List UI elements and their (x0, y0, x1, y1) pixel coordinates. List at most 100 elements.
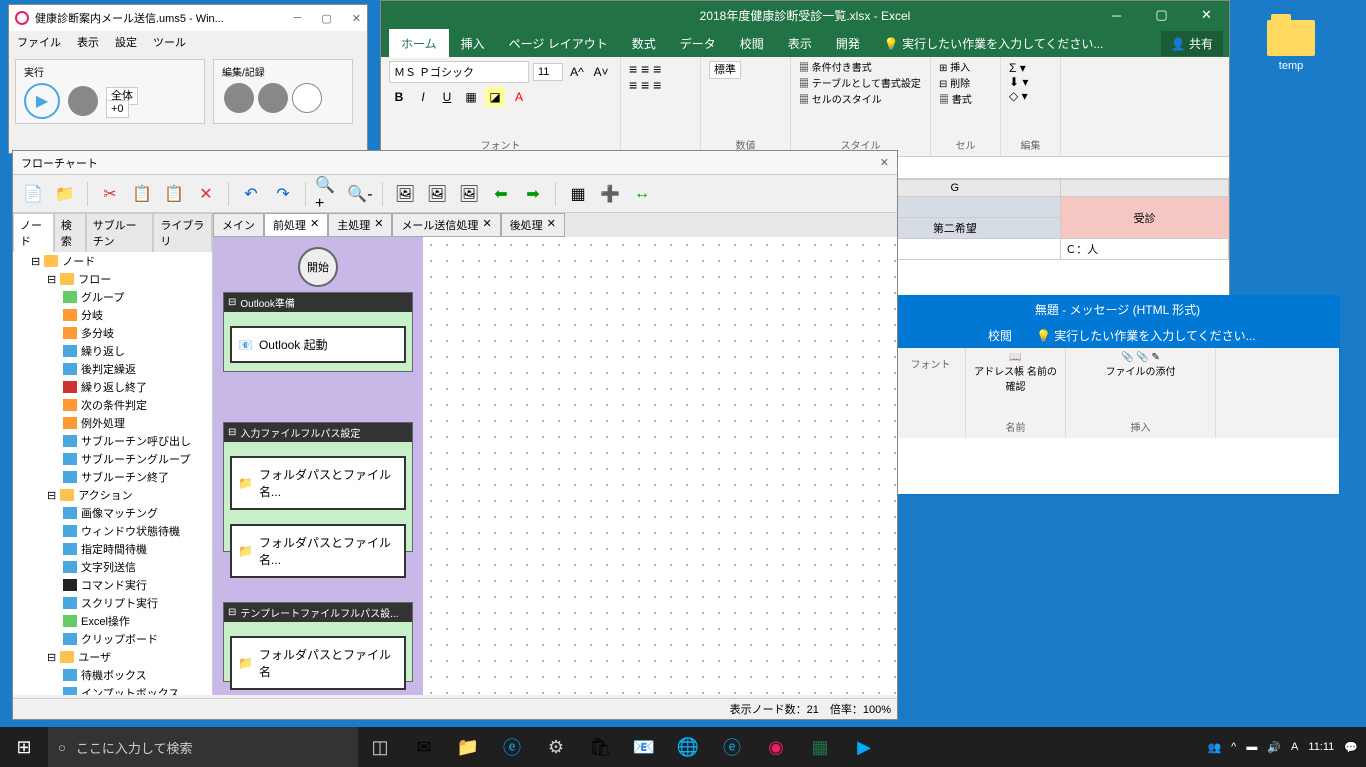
open-icon[interactable]: 📁 (51, 180, 79, 208)
img3-icon[interactable]: 🖼 (455, 180, 483, 208)
battery-icon[interactable]: ▬ (1246, 741, 1257, 753)
notification-icon[interactable]: 💬 (1344, 741, 1358, 754)
minimize-button[interactable]: ─ (1094, 1, 1139, 29)
copy-icon[interactable]: 📋 (128, 180, 156, 208)
tree-item[interactable]: コマンド実行 (13, 576, 212, 594)
tree-item[interactable]: グループ (13, 288, 212, 306)
tree-item[interactable]: 待機ボックス (13, 666, 212, 684)
tree-item[interactable]: 指定時間待機 (13, 540, 212, 558)
canvas-tab-main[interactable]: メイン (213, 213, 264, 237)
tree-item[interactable]: ⊟フロー (13, 270, 212, 288)
font-size-select[interactable]: 11 (533, 63, 563, 81)
tree-item[interactable]: 後判定繰返 (13, 360, 212, 378)
taskbar-excel-icon[interactable]: ▦ (798, 727, 842, 767)
play-button[interactable]: ▶ (24, 83, 60, 119)
tree-item[interactable]: 画像マッチング (13, 504, 212, 522)
tree-item[interactable]: 分岐 (13, 306, 212, 324)
canvas-tab-post[interactable]: 後処理 ✕ (501, 213, 565, 237)
canvas-tab-pre[interactable]: 前処理 ✕ (264, 213, 328, 237)
border-button[interactable]: ▦ (461, 87, 481, 107)
excel-titlebar[interactable]: 2018年度健康診断受診一覧.xlsx - Excel ─ ▢ ✕ (381, 1, 1229, 29)
flow-node[interactable]: ⊟ Outlook準備 📧 Outlook 起動 (223, 292, 413, 372)
tree-item[interactable]: 繰り返し終了 (13, 378, 212, 396)
zoom-in-icon[interactable]: 🔍+ (314, 180, 342, 208)
tab-view[interactable]: 表示 (776, 29, 824, 58)
record-button[interactable] (224, 83, 254, 113)
start-node[interactable]: 開始 (298, 247, 338, 287)
fill-color-button[interactable]: ◪ (485, 87, 505, 107)
shrink-font-icon[interactable]: A˅ (591, 62, 611, 82)
flowchart-titlebar[interactable]: フローチャート ✕ (13, 151, 897, 175)
target-button[interactable] (292, 83, 322, 113)
tray-up-icon[interactable]: ^ (1231, 741, 1236, 753)
winactor-titlebar[interactable]: 健康診断案内メール送信.ums5 - Win... ─▢✕ (9, 5, 367, 31)
desktop-folder[interactable]: temp (1261, 20, 1321, 72)
taskbar-settings-icon[interactable]: ⚙ (534, 727, 578, 767)
canvas-tab-mail[interactable]: メール送信処理 ✕ (392, 213, 500, 237)
tab-home[interactable]: ホーム (389, 29, 449, 58)
tree-tab-search[interactable]: 検索 (54, 213, 86, 252)
delete-cell-button[interactable]: ⊟ 削除 (939, 77, 992, 93)
taskbar-ie-icon[interactable]: ⓔ (710, 727, 754, 767)
img2-icon[interactable]: 🖼 (423, 180, 451, 208)
img1-icon[interactable]: 🖼 (391, 180, 419, 208)
people-icon[interactable]: 👥 (1207, 741, 1221, 754)
tree-item[interactable]: ⊟アクション (13, 486, 212, 504)
grow-font-icon[interactable]: A^ (567, 62, 587, 82)
tree-item[interactable]: 繰り返し (13, 342, 212, 360)
task-view-icon[interactable]: ◫ (358, 727, 402, 767)
font-name-select[interactable]: ＭＳ Ｐゴシック (389, 61, 529, 83)
tree-tab-node[interactable]: ノード (13, 213, 54, 252)
tree-item[interactable]: ⊟ノード (13, 252, 212, 270)
tree-item[interactable]: サブルーチン呼び出し (13, 432, 212, 450)
close-button[interactable]: ✕ (880, 156, 889, 169)
flow-node[interactable]: ⊟ テンプレートファイルフルパス設... 📁 フォルダパスとファイル名 (223, 602, 413, 682)
menu-settings[interactable]: 設定 (115, 34, 137, 50)
import-icon[interactable]: ⬅ (487, 180, 515, 208)
taskbar-winactor-icon[interactable]: ◉ (754, 727, 798, 767)
maximize-button[interactable]: ▢ (1139, 1, 1184, 29)
cond-format-button[interactable]: ▦ 条件付き書式 (799, 61, 922, 77)
number-format[interactable]: 標準 (709, 61, 741, 79)
bold-button[interactable]: B (389, 87, 409, 107)
format-cell-button[interactable]: ▦ 書式 (939, 93, 992, 109)
flow-node[interactable]: ⊟ 入力ファイルフルパス設定 📁 フォルダパスとファイル名... 📁 フォルダパ… (223, 422, 413, 552)
menu-view[interactable]: 表示 (77, 34, 99, 50)
menu-file[interactable]: ファイル (17, 34, 61, 50)
table-format-button[interactable]: ▦ テーブルとして書式設定 (799, 77, 922, 93)
tab-data[interactable]: データ (668, 29, 728, 58)
maximize-button[interactable]: ▢ (321, 12, 331, 25)
outlook-titlebar[interactable]: 無題 - メッセージ (HTML 形式) (896, 296, 1339, 322)
clock[interactable]: 11:11 (1308, 741, 1334, 753)
start-button[interactable]: ⊞ (0, 727, 48, 767)
menu-tool[interactable]: ツール (153, 34, 186, 50)
cell-style-button[interactable]: ▦ セルのスタイル (799, 93, 922, 109)
tree-item[interactable]: 多分岐 (13, 324, 212, 342)
tab-layout[interactable]: ページ レイアウト (497, 29, 620, 58)
share-button[interactable]: 👤 共有 (1161, 31, 1223, 56)
attach-file-button[interactable]: ファイルの添付 (1106, 367, 1176, 378)
tab-dev[interactable]: 開発 (824, 29, 872, 58)
delete-icon[interactable]: ✕ (192, 180, 220, 208)
outlook-tab-review[interactable]: 校閲 (976, 323, 1024, 348)
taskbar-app-icon[interactable]: ▶ (842, 727, 886, 767)
cut-icon[interactable]: ✂ (96, 180, 124, 208)
minimize-button[interactable]: ─ (294, 12, 302, 25)
tree-item[interactable]: クリップボード (13, 630, 212, 648)
tab-review[interactable]: 校閲 (728, 29, 776, 58)
insert-cell-button[interactable]: ⊞ 挿入 (939, 61, 992, 77)
search-box[interactable]: ○ ここに入力して検索 (48, 727, 358, 767)
paste-icon[interactable]: 📋 (160, 180, 188, 208)
tree-item[interactable]: 例外処理 (13, 414, 212, 432)
tree-item[interactable]: スクリプト実行 (13, 594, 212, 612)
tell-me[interactable]: 💡 実行したい作業を入力してください... (872, 29, 1116, 58)
undo-icon[interactable]: ↶ (237, 180, 265, 208)
redo-icon[interactable]: ↷ (269, 180, 297, 208)
tree-tab-lib[interactable]: ライブラリ (153, 213, 212, 252)
close-button[interactable]: ✕ (1184, 1, 1229, 29)
taskbar-edge-icon[interactable]: ⓔ (490, 727, 534, 767)
tab-insert[interactable]: 挿入 (449, 29, 497, 58)
taskbar-explorer-icon[interactable]: 📁 (446, 727, 490, 767)
flow-canvas[interactable]: メイン 前処理 ✕ 主処理 ✕ メール送信処理 ✕ 後処理 ✕ 開始 ⊟ Out… (213, 213, 897, 695)
tree-item[interactable]: サブルーチングループ (13, 450, 212, 468)
